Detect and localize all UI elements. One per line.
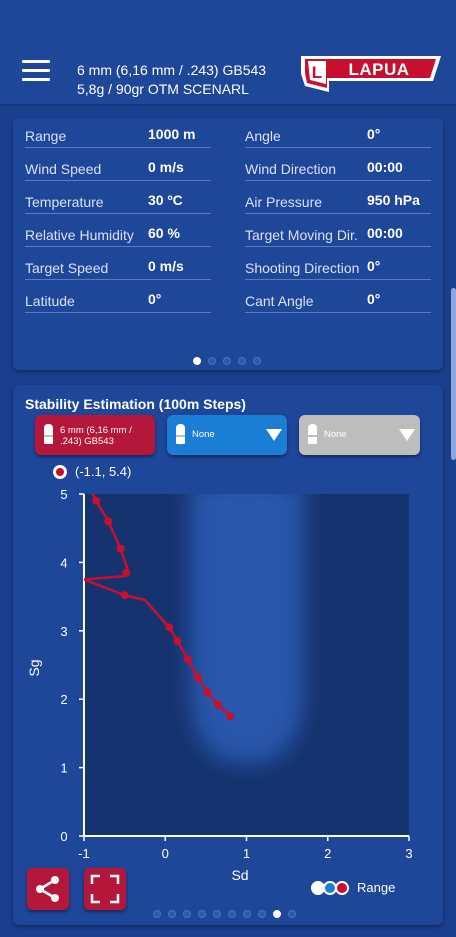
- condition-cant-angle[interactable]: Cant Angle 0°: [245, 291, 431, 313]
- page-dot[interactable]: [223, 357, 231, 365]
- page-dot[interactable]: [193, 357, 201, 365]
- data-point: [173, 637, 182, 646]
- condition-latitude[interactable]: Latitude 0°: [25, 291, 211, 313]
- condition-label: Target Moving Dir.: [245, 227, 358, 243]
- x-tick-label: 3: [405, 846, 412, 861]
- logo-letter: L: [312, 63, 322, 82]
- page-dot[interactable]: [253, 357, 261, 365]
- condition-label: Angle: [245, 128, 281, 144]
- x-tick-label: 2: [324, 846, 331, 861]
- data-point: [104, 517, 113, 526]
- lapua-logo: L LAPUA: [301, 56, 441, 92]
- y-tick-label: 1: [60, 761, 67, 776]
- y-axis-label: Sg: [26, 659, 42, 676]
- condition-target-moving-dir[interactable]: Target Moving Dir. 00:00: [245, 225, 431, 247]
- y-tick-label: 4: [60, 555, 67, 570]
- y-tick-label: 0: [60, 829, 67, 844]
- page-dot[interactable]: [208, 357, 216, 365]
- condition-label: Shooting Direction: [245, 260, 360, 276]
- app-header: 6 mm (6,16 mm / .243) GB543 5,8g / 90gr …: [0, 0, 456, 106]
- logo-text: LAPUA: [348, 60, 409, 79]
- y-tick-label: 5: [60, 487, 67, 502]
- page-dot[interactable]: [168, 910, 176, 918]
- page-dot[interactable]: [183, 910, 191, 918]
- conditions-page-indicator[interactable]: [193, 357, 261, 365]
- condition-label: Latitude: [25, 293, 75, 309]
- condition-value: 950 hPa: [367, 192, 420, 208]
- condition-label: Wind Speed: [25, 161, 102, 177]
- x-tick-label: -1: [78, 846, 90, 861]
- menu-icon[interactable]: [22, 60, 50, 82]
- condition-label: Wind Direction: [245, 161, 337, 177]
- page-dot[interactable]: [243, 910, 251, 918]
- condition-label: Range: [25, 128, 67, 144]
- condition-value: 0°: [367, 291, 381, 307]
- page-dot[interactable]: [273, 910, 281, 918]
- condition-wind-direction[interactable]: Wind Direction 00:00: [245, 159, 431, 181]
- stability-chart[interactable]: -1 0 1 2 3 0 1 2 3 4 5 Sd Sg: [13, 385, 443, 885]
- y-tick-label: 2: [60, 692, 67, 707]
- condition-wind-speed[interactable]: Wind Speed 0 m/s: [25, 159, 211, 181]
- chart-page-indicator[interactable]: [153, 910, 296, 918]
- legend-red-circle-icon: [335, 880, 349, 895]
- condition-value: 0°: [148, 291, 162, 307]
- header-title-line2: 5,8g / 90gr OTM SCENARL: [77, 81, 249, 97]
- condition-label: Temperature: [25, 194, 104, 210]
- condition-angle[interactable]: Angle 0°: [245, 126, 431, 148]
- x-axis-label: Sd: [231, 867, 248, 883]
- condition-value: 0 m/s: [148, 258, 184, 274]
- data-point: [92, 496, 101, 505]
- x-tick-label: 1: [243, 846, 250, 861]
- share-icon: [36, 876, 59, 902]
- data-point: [165, 623, 174, 632]
- page-dot[interactable]: [153, 910, 161, 918]
- page-dot[interactable]: [228, 910, 236, 918]
- condition-range[interactable]: Range 1000 m: [25, 126, 211, 148]
- page-dot[interactable]: [288, 910, 296, 918]
- data-point: [122, 568, 131, 577]
- stability-panel: Stability Estimation (100m Steps) 6 mm (…: [13, 385, 443, 925]
- chart-legend[interactable]: Range: [311, 880, 396, 895]
- fullscreen-icon: [90, 874, 120, 904]
- condition-relative-humidity[interactable]: Relative Humidity 60 %: [25, 225, 211, 247]
- condition-air-pressure[interactable]: Air Pressure 950 hPa: [245, 192, 431, 214]
- legend-label: Range: [357, 880, 396, 895]
- conditions-panel: Range 1000 m Wind Speed 0 m/s Temperature 30 …: [13, 118, 443, 370]
- scrollbar[interactable]: [451, 288, 456, 460]
- condition-value: 00:00: [367, 159, 403, 175]
- stable-region-glow: [189, 494, 305, 765]
- data-point: [193, 673, 202, 682]
- condition-temperature[interactable]: Temperature 30 ºC: [25, 192, 211, 214]
- data-point: [214, 700, 223, 709]
- data-point: [226, 712, 235, 721]
- condition-value: 60 %: [148, 225, 180, 241]
- condition-value: 30 ºC: [148, 192, 183, 208]
- condition-value: 0 m/s: [148, 159, 184, 175]
- data-point: [120, 591, 129, 600]
- condition-label: Relative Humidity: [25, 227, 134, 243]
- condition-value: 0°: [367, 258, 381, 274]
- condition-value: 0°: [367, 126, 381, 142]
- fullscreen-button[interactable]: [84, 868, 126, 910]
- header-title-line1: 6 mm (6,16 mm / .243) GB543: [77, 62, 267, 78]
- condition-label: Cant Angle: [245, 293, 314, 309]
- condition-label: Air Pressure: [245, 194, 323, 210]
- page-dot[interactable]: [258, 910, 266, 918]
- condition-target-speed[interactable]: Target Speed 0 m/s: [25, 258, 211, 280]
- share-button[interactable]: [27, 868, 69, 910]
- x-tick-label: 0: [162, 846, 169, 861]
- page-dot[interactable]: [238, 357, 246, 365]
- data-point: [184, 655, 192, 664]
- y-tick-label: 3: [60, 624, 67, 639]
- condition-label: Target Speed: [25, 260, 109, 276]
- data-point: [116, 544, 125, 553]
- condition-value: 00:00: [367, 225, 403, 241]
- page-dot[interactable]: [198, 910, 206, 918]
- condition-value: 1000 m: [148, 126, 196, 142]
- condition-shooting-direction[interactable]: Shooting Direction 0°: [245, 258, 431, 280]
- data-point: [203, 688, 212, 697]
- page-dot[interactable]: [213, 910, 221, 918]
